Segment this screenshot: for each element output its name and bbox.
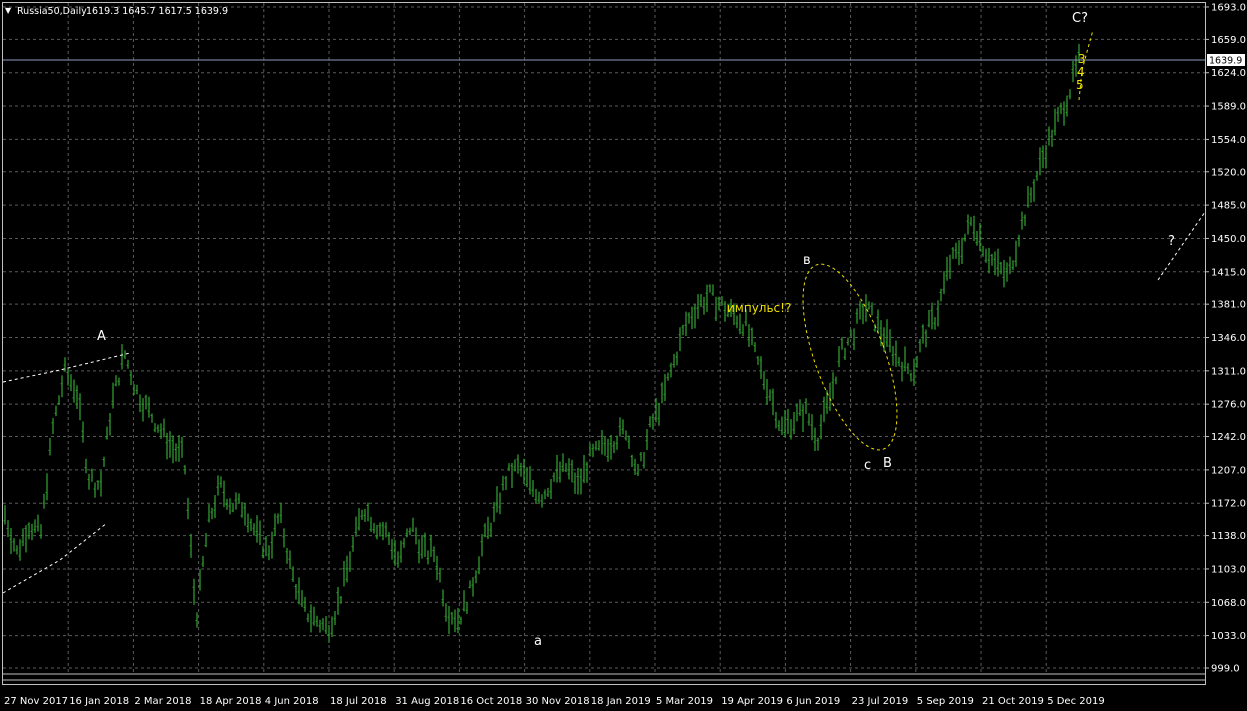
y-tick-label: 1033.0 <box>1211 631 1246 642</box>
x-tick-label: 5 Sep 2019 <box>917 696 974 707</box>
dropdown-arrow-icon[interactable]: ▼ <box>5 6 12 15</box>
wave-label-A: A <box>97 329 106 344</box>
wave-count-5: 5 <box>1076 78 1084 92</box>
y-tick-label: 1138.0 <box>1211 531 1246 542</box>
x-tick-label: 31 Aug 2018 <box>395 696 459 707</box>
y-tick-label: 1693.0 <box>1211 3 1246 14</box>
y-tick-label: 1450.0 <box>1211 234 1246 245</box>
y-tick-label: 1068.0 <box>1211 598 1246 609</box>
y-tick-label: 1242.0 <box>1211 432 1246 443</box>
x-tick-label: 18 Apr 2018 <box>200 696 262 707</box>
y-tick-label: 1485.0 <box>1211 201 1246 212</box>
y-tick-label: 1589.0 <box>1211 102 1246 113</box>
x-tick-label: 4 Jun 2018 <box>265 696 319 707</box>
y-axis: 1693.0 1659.0 1624.0 1589.0 1554.0 1520.0 1485… <box>1205 3 1246 675</box>
y-tick-label: 1346.0 <box>1211 333 1246 344</box>
y-tick-label: 1276.0 <box>1211 400 1246 411</box>
x-tick-label: 18 Jan 2019 <box>591 696 651 707</box>
y-tick-label: 1659.0 <box>1211 35 1246 46</box>
chart-ohlc: 1619.3 1645.7 1617.5 1639.9 <box>86 6 228 17</box>
wave-label-c: c <box>864 458 871 473</box>
y-tick-label: 1520.0 <box>1211 167 1246 178</box>
x-tick-label: 30 Nov 2018 <box>526 696 590 707</box>
y-tick-label: 1554.0 <box>1211 135 1246 146</box>
x-tick-label: 16 Jan 2018 <box>69 696 129 707</box>
y-tick-label: 1103.0 <box>1211 564 1246 575</box>
wave-count-3: 3 <box>1078 52 1086 66</box>
x-tick-label: 27 Nov 2017 <box>4 696 68 707</box>
x-tick-label: 18 Jul 2018 <box>330 696 387 707</box>
x-tick-label: 5 Mar 2019 <box>656 696 713 707</box>
wave-label-a: a <box>534 634 542 649</box>
wave-label-v: в <box>803 253 811 268</box>
y-tick-label: 1207.0 <box>1211 465 1246 476</box>
wave-count-4: 4 <box>1077 65 1085 79</box>
y-tick-label: 1415.0 <box>1211 267 1246 278</box>
x-tick-label: 2 Mar 2018 <box>134 696 191 707</box>
chart-title: Russia50,Daily <box>17 6 87 17</box>
x-axis: 27 Nov 2017 16 Jan 2018 2 Mar 2018 18 Apr 2… <box>4 696 1105 707</box>
y-tick-label: 1172.0 <box>1211 499 1246 510</box>
x-tick-label: 5 Dec 2019 <box>1047 696 1105 707</box>
question-label: ? <box>1168 234 1175 249</box>
current-price-label: 1639.9 <box>1209 56 1242 67</box>
y-tick-label: 1624.0 <box>1211 68 1246 79</box>
y-tick-label: 1381.0 <box>1211 300 1246 311</box>
impulse-label: импульс!? <box>727 301 791 315</box>
x-tick-label: 19 Apr 2019 <box>721 696 783 707</box>
y-tick-label: 999.0 <box>1211 664 1240 675</box>
x-tick-label: 21 Oct 2019 <box>982 696 1044 707</box>
price-chart[interactable]: 1693.0 1659.0 1624.0 1589.0 1554.0 1520.0 1485… <box>0 0 1247 711</box>
x-tick-label: 16 Oct 2018 <box>460 696 522 707</box>
wave-label-C: C? <box>1072 11 1088 26</box>
x-tick-label: 23 Jul 2019 <box>852 696 909 707</box>
x-tick-label: 6 Jun 2019 <box>786 696 840 707</box>
wave-label-B: B <box>883 456 892 471</box>
y-tick-label: 1311.0 <box>1211 366 1246 377</box>
